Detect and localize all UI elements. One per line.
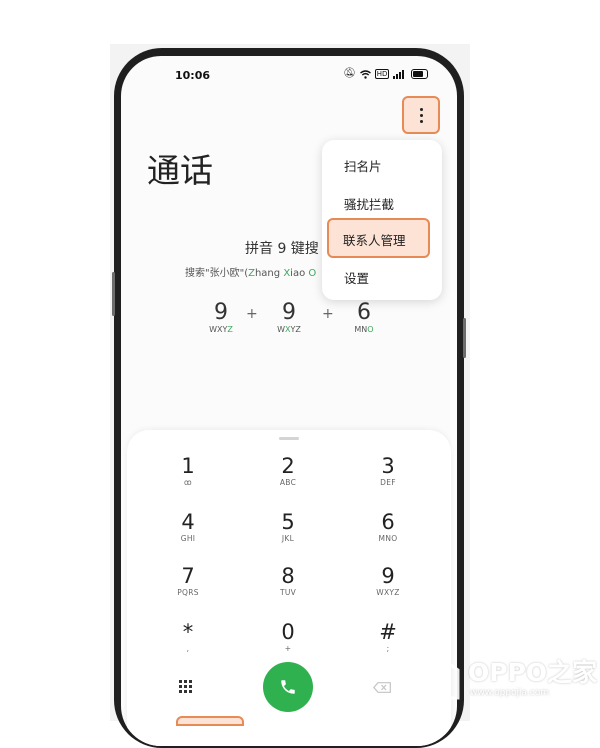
oppojia-logo-icon [422,656,460,700]
menu-item-scan-card[interactable]: 扫名片 [344,156,382,175]
menu-item-contacts-manage-highlight[interactable]: 联系人管理 [327,218,430,258]
phone-side-button-left [112,272,115,316]
pinyin-key: 6 MNO [354,300,374,334]
dial-key-9[interactable]: 9 WXYZ [358,564,418,598]
tip-title: 拼音 9 键搜 [245,241,319,257]
wifi-icon [359,69,371,79]
backspace-icon[interactable] [373,682,391,693]
more-vertical-icon [419,107,423,123]
dial-key-5[interactable]: 5 JKL [258,510,318,544]
pinyin-key: 9 WXYZ [209,300,233,334]
dial-key-2[interactable]: 2 ABC [258,454,318,488]
dial-key-hash[interactable]: #; [358,620,418,654]
drag-handle[interactable] [279,437,299,440]
status-time: 10:06 [175,69,211,82]
watermark: OPPO之家 www.oppojia.com [418,650,598,710]
phone-icon [281,680,295,694]
tip-subtitle: 搜索"张小欧"(Zhang Xiao O [185,268,317,279]
watermark-brand: OPPO之家 [468,658,598,687]
dial-key-8[interactable]: 8 TUV [258,564,318,598]
dial-key-6[interactable]: 6 MNO [358,510,418,544]
dial-key-3[interactable]: 3 DEF [358,454,418,488]
plus-sign: + [246,306,258,322]
plus-sign: + [322,306,334,322]
battery-icon [411,69,429,79]
dial-key-1[interactable]: 1ꝏ [158,454,218,488]
phone-side-button-right [463,318,466,358]
status-icons: 🔕︎ HD [343,68,429,80]
menu-item-contacts-manage: 联系人管理 [343,233,406,248]
voicemail-icon: ꝏ [184,478,192,487]
dial-key-4[interactable]: 4 GHI [158,510,218,544]
dialpad: 1ꝏ 2 ABC 3 DEF 4 GHI 5 JKL 6 MNO 7 PQRS 8 TUV 9… [127,430,451,746]
phone-screen: 10:06 🔕︎ HD 通话 拼音 9 键搜 搜索"张小欧"(Zhang Xia… [121,56,457,746]
dial-key-star[interactable]: *, [158,620,218,654]
dialpad-icon[interactable] [179,680,192,693]
hd-icon: HD [374,69,390,79]
call-button[interactable] [263,662,313,712]
mute-icon: 🔕︎ [343,68,356,79]
dial-key-0[interactable]: 0 + [258,620,318,654]
more-options-button[interactable] [402,96,440,134]
page-title: 通话 [147,151,213,190]
pinyin-key: 9 WXYZ [277,300,301,334]
menu-item-settings[interactable]: 设置 [344,268,369,287]
bottom-tab-highlight[interactable] [176,716,244,726]
signal-icon [393,69,405,79]
menu-item-harassment-block[interactable]: 骚扰拦截 [344,194,394,213]
dial-key-7[interactable]: 7 PQRS [158,564,218,598]
watermark-url: www.oppojia.com [470,688,550,698]
